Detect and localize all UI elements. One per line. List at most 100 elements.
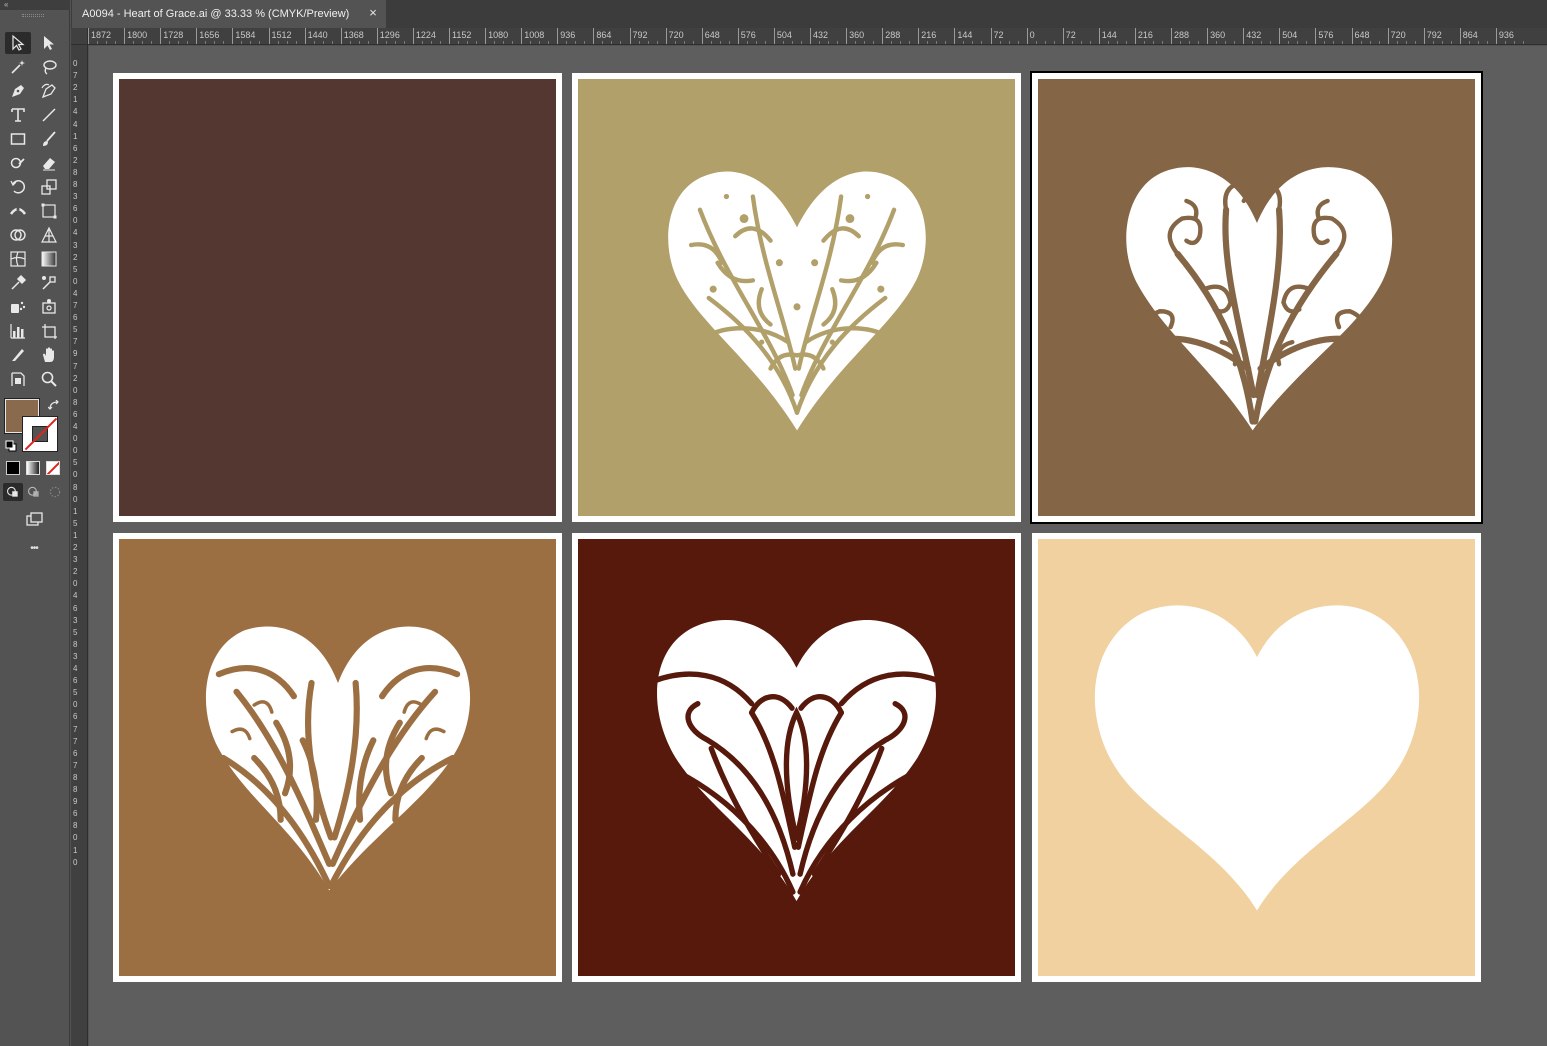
draw-inside-mode-button[interactable] (45, 483, 65, 501)
draw-normal-mode-button[interactable] (3, 483, 23, 501)
artboard-tool-button[interactable] (36, 320, 62, 342)
mesh-icon (10, 251, 26, 267)
artboard-2[interactable] (572, 73, 1021, 522)
line-segment-tool-button[interactable] (36, 104, 62, 126)
scale-tool-button[interactable] (36, 176, 62, 198)
ruler-minor-tick (1161, 41, 1165, 44)
ruler-minor-tick (1261, 41, 1264, 44)
ruler-minor-tick (1017, 41, 1021, 44)
close-icon[interactable]: × (366, 6, 380, 20)
ruler-minor-tick (1288, 41, 1291, 44)
ruler-minor-tick (891, 41, 894, 44)
rotate-tool-button[interactable] (5, 176, 31, 198)
ruler-minor-tick (106, 41, 109, 44)
artboard-3[interactable] (1030, 71, 1483, 524)
stroke-color-swatch[interactable] (22, 416, 58, 452)
ruler-tick-label: 4 (73, 228, 78, 238)
ruler-tick-label: 0 (73, 446, 78, 456)
puppet-warp-tool-button[interactable] (36, 296, 62, 318)
ruler-tick-label: 6 (73, 676, 78, 686)
artboard-4[interactable] (113, 533, 562, 982)
swap-fill-stroke-icon[interactable] (47, 399, 62, 411)
ruler-minor-tick (1324, 41, 1327, 44)
ruler-minor-tick (295, 41, 299, 44)
ruler-tick-label: 5 (73, 264, 78, 274)
ruler-tick-label: 0 (73, 434, 78, 444)
eyedropper-tool-button[interactable] (5, 272, 31, 294)
canvas[interactable] (89, 46, 1547, 1046)
eraser-tool-button[interactable] (36, 152, 62, 174)
ruler-minor-tick (864, 41, 867, 44)
slice-knife-icon (12, 349, 24, 361)
none-mode-icon[interactable] (46, 461, 60, 475)
rotate-icon (10, 180, 26, 194)
free-transform-tool-button[interactable] (36, 200, 62, 222)
selection-tool-button[interactable] (5, 32, 31, 54)
symbol-sprayer-tool-button[interactable] (5, 296, 31, 318)
print-tiling-tool-button[interactable] (5, 368, 31, 390)
ruler-minor-tick (223, 41, 226, 44)
ruler-tick-label: 7 (73, 724, 78, 734)
ruler-tick-label: 9 (73, 349, 78, 359)
mesh-tool-button[interactable] (5, 248, 31, 270)
edit-toolbar-more-button[interactable]: ••• (20, 543, 48, 555)
ruler-minor-tick (692, 41, 696, 44)
type-tool-button[interactable] (5, 104, 31, 126)
curvature-pen-icon (41, 83, 56, 99)
curvature-tool-button[interactable] (36, 80, 62, 102)
ruler-tick-label: 0 (73, 494, 78, 504)
color-mode-icon[interactable] (6, 461, 20, 475)
tools-panel: « ••• (0, 0, 70, 1046)
draw-behind-mode-button[interactable] (24, 483, 44, 501)
hand-tool-button[interactable] (36, 344, 62, 366)
lasso-tool-button[interactable] (36, 56, 62, 78)
ruler-tick-label: 6 (73, 143, 78, 153)
ruler-minor-tick (1035, 41, 1039, 44)
document-tab[interactable]: A0094 - Heart of Grace.ai @ 33.33 % (CMY… (72, 0, 386, 28)
width-tool-button[interactable] (5, 200, 31, 222)
shape-builder-tool-button[interactable] (5, 224, 31, 246)
draw-behind-icon (28, 486, 39, 497)
puppet-warp-icon (42, 299, 56, 314)
ruler-tick-label: 8 (73, 772, 78, 782)
artboard-5[interactable] (572, 533, 1021, 982)
ruler-minor-tick (394, 41, 398, 44)
ruler-minor-tick (1053, 41, 1057, 44)
gradient-mode-icon[interactable] (26, 461, 40, 475)
blend-tool-button[interactable] (36, 272, 62, 294)
ruler-minor-tick (755, 41, 759, 44)
zoom-tool-button[interactable] (36, 368, 62, 390)
perspective-grid-tool-button[interactable] (36, 224, 62, 246)
slice-tool-button[interactable] (5, 344, 31, 366)
paintbrush-tool-button[interactable] (36, 128, 62, 150)
direct-selection-tool-button[interactable] (36, 32, 62, 54)
ruler-minor-tick (169, 41, 172, 44)
ruler-minor-tick (602, 41, 605, 44)
collapse-panel-button[interactable]: « (0, 0, 70, 10)
ruler-tick-label: 5 (73, 518, 78, 528)
gradient-tool-button[interactable] (36, 248, 62, 270)
ruler-tick-label: 0 (73, 216, 78, 226)
ruler-minor-tick (403, 41, 407, 44)
horizontal-ruler[interactable]: 1872 1800 1728 1656 1584 1512 1440 1368 1296 1224… (71, 28, 1547, 45)
ruler-tick-label: 0 (73, 857, 78, 867)
artboard-1[interactable] (113, 73, 562, 522)
ruler-tick-label: 8 (73, 180, 78, 189)
ruler-minor-tick (331, 41, 335, 44)
ruler-minor-tick (205, 41, 208, 44)
panel-grip[interactable] (22, 14, 44, 17)
default-fill-stroke-icon[interactable] (5, 439, 17, 452)
ruler-minor-tick (927, 41, 930, 44)
vertical-ruler[interactable]: 0 7 2 1 4 4 1 6 2 8 8 3 6 0 4 3 2 5 0 4 7 6 5 7 9 7 2 0 8 6 4 0 0 5 0 8 0 1 5 1… (71, 45, 88, 1046)
ruler-tick-label: 8 (73, 821, 78, 831)
artboard-6[interactable] (1032, 533, 1481, 982)
ruler-origin[interactable] (71, 28, 88, 45)
shaper-tool-button[interactable] (5, 152, 31, 174)
ruler-minor-tick (1198, 41, 1201, 44)
change-screen-mode-button[interactable] (21, 508, 47, 530)
ruler-tick-label: 4 (73, 288, 78, 298)
rectangle-tool-button[interactable] (5, 128, 31, 150)
column-graph-tool-button[interactable] (5, 320, 31, 342)
magic-wand-tool-button[interactable] (5, 56, 31, 78)
pen-tool-button[interactable] (5, 80, 31, 102)
